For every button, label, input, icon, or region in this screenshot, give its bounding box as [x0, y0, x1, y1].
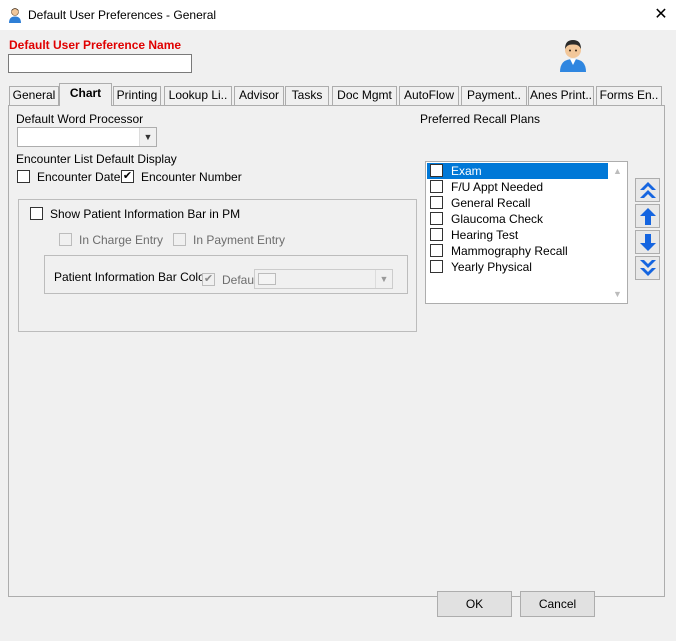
recall-checkbox[interactable]	[430, 196, 443, 209]
in-charge-entry-label: In Charge Entry	[79, 233, 164, 247]
vertical-scrollbar[interactable]: ▲ ▼	[610, 162, 627, 303]
tab-tasks[interactable]: Tasks	[285, 86, 329, 105]
tab-doc-mgmt[interactable]: Doc Mgmt	[332, 86, 397, 105]
bar-color-label: Patient Information Bar Color	[54, 270, 209, 284]
tab-chart[interactable]: Chart	[59, 83, 112, 106]
encounter-number-checkbox[interactable]: ✔	[121, 170, 134, 183]
recall-checkbox[interactable]	[430, 228, 443, 241]
arrow-down-icon	[640, 234, 656, 251]
tab-anes-print[interactable]: Anes Print..	[528, 86, 594, 105]
list-item[interactable]: F/U Appt Needed	[427, 179, 608, 195]
list-item[interactable]: Glaucoma Check	[427, 211, 608, 227]
move-down-button[interactable]	[635, 230, 660, 254]
recall-plans-label: Preferred Recall Plans	[420, 112, 541, 126]
tab-strip: General Chart Printing Lookup Li.. Advis…	[9, 83, 669, 106]
bar-color-default-checkbox[interactable]: ✔	[202, 273, 215, 286]
encounter-number-label: Encounter Number	[141, 170, 242, 184]
tab-label: Chart	[69, 86, 102, 100]
bar-color-group: Patient Information Bar Color ✔ Default …	[44, 255, 408, 294]
recall-checkbox[interactable]	[430, 260, 443, 273]
double-arrow-up-icon	[640, 182, 656, 198]
scroll-up-icon[interactable]: ▲	[613, 166, 622, 176]
move-to-bottom-button[interactable]	[635, 256, 660, 280]
double-arrow-down-icon	[640, 260, 656, 276]
checkmark-icon: ✔	[203, 273, 214, 285]
chevron-down-icon[interactable]: ▼	[375, 270, 392, 288]
tab-forms-entry[interactable]: Forms En..	[596, 86, 662, 105]
recall-checkbox[interactable]	[430, 180, 443, 193]
tab-label: AutoFlow	[403, 88, 455, 102]
recall-checkbox[interactable]	[430, 164, 443, 177]
recall-item-label: Hearing Test	[451, 228, 519, 242]
tab-label: Forms En..	[599, 88, 659, 102]
tab-printing[interactable]: Printing	[113, 86, 161, 105]
word-processor-label: Default Word Processor	[16, 112, 144, 126]
scroll-down-icon[interactable]: ▼	[613, 289, 622, 299]
list-item[interactable]: General Recall	[427, 195, 608, 211]
close-button[interactable]: ✕	[646, 4, 676, 26]
encounter-date-label: Encounter Date	[37, 170, 121, 184]
in-payment-entry-checkbox[interactable]	[173, 233, 186, 246]
list-item[interactable]: Exam	[427, 163, 608, 179]
tab-label: Advisor	[238, 88, 279, 102]
dialog-client-area: Default User Preference Name General Cha…	[0, 30, 676, 641]
tab-general[interactable]: General	[9, 86, 59, 105]
tab-label: General	[12, 88, 56, 102]
recall-item-label: Exam	[451, 164, 482, 178]
show-patient-info-bar-label: Show Patient Information Bar in PM	[50, 207, 241, 221]
in-payment-entry-label: In Payment Entry	[193, 233, 286, 247]
ok-button[interactable]: OK	[437, 591, 512, 617]
tab-advisor[interactable]: Advisor	[234, 86, 284, 105]
user-avatar-icon	[560, 40, 586, 72]
word-processor-select[interactable]: ▼	[17, 127, 157, 147]
list-item[interactable]: Mammography Recall	[427, 243, 608, 259]
chevron-down-icon[interactable]: ▼	[139, 128, 156, 146]
recall-item-label: F/U Appt Needed	[451, 180, 544, 194]
move-to-top-button[interactable]	[635, 178, 660, 202]
color-swatch	[258, 273, 276, 285]
cancel-button[interactable]: Cancel	[520, 591, 595, 617]
encounter-list-label: Encounter List Default Display	[16, 152, 177, 166]
recall-checkbox[interactable]	[430, 244, 443, 257]
move-up-button[interactable]	[635, 204, 660, 228]
title-bar: Default User Preferences - General ✕	[0, 0, 676, 30]
user-icon	[9, 8, 21, 23]
tab-label: Tasks	[291, 88, 323, 102]
pref-name-input[interactable]	[8, 54, 192, 73]
tab-label: Payment..	[466, 88, 522, 102]
list-item[interactable]: Hearing Test	[427, 227, 608, 243]
chart-tab-panel: Default Word Processor ▼ Encounter List …	[8, 105, 665, 597]
recall-plans-list[interactable]: Exam F/U Appt Needed General Recall Glau…	[425, 161, 628, 304]
show-patient-info-bar-checkbox[interactable]	[30, 207, 43, 220]
tab-payment[interactable]: Payment..	[461, 86, 527, 105]
close-icon: ✕	[654, 6, 668, 23]
encounter-date-checkbox[interactable]	[17, 170, 30, 183]
recall-item-label: General Recall	[451, 196, 531, 210]
tab-lookup-lists[interactable]: Lookup Li..	[164, 86, 232, 105]
in-charge-entry-checkbox[interactable]	[59, 233, 72, 246]
tab-autoflow[interactable]: AutoFlow	[399, 86, 459, 105]
list-item[interactable]: Yearly Physical	[427, 259, 608, 275]
recall-item-label: Glaucoma Check	[451, 212, 544, 226]
checkmark-icon: ✔	[122, 170, 133, 182]
recall-checkbox[interactable]	[430, 212, 443, 225]
tab-label: Printing	[116, 88, 158, 102]
tab-label: Lookup Li..	[168, 88, 228, 102]
tab-label: Doc Mgmt	[337, 88, 392, 102]
recall-item-label: Yearly Physical	[451, 260, 532, 274]
tab-label: Anes Print..	[529, 88, 593, 102]
pref-name-label: Default User Preference Name	[9, 38, 182, 52]
arrow-up-icon	[640, 208, 656, 225]
recall-item-label: Mammography Recall	[451, 244, 568, 258]
bar-color-select[interactable]: ▼	[254, 269, 393, 289]
patient-info-bar-group: Show Patient Information Bar in PM In Ch…	[18, 199, 417, 332]
window-title: Default User Preferences - General	[28, 8, 217, 22]
